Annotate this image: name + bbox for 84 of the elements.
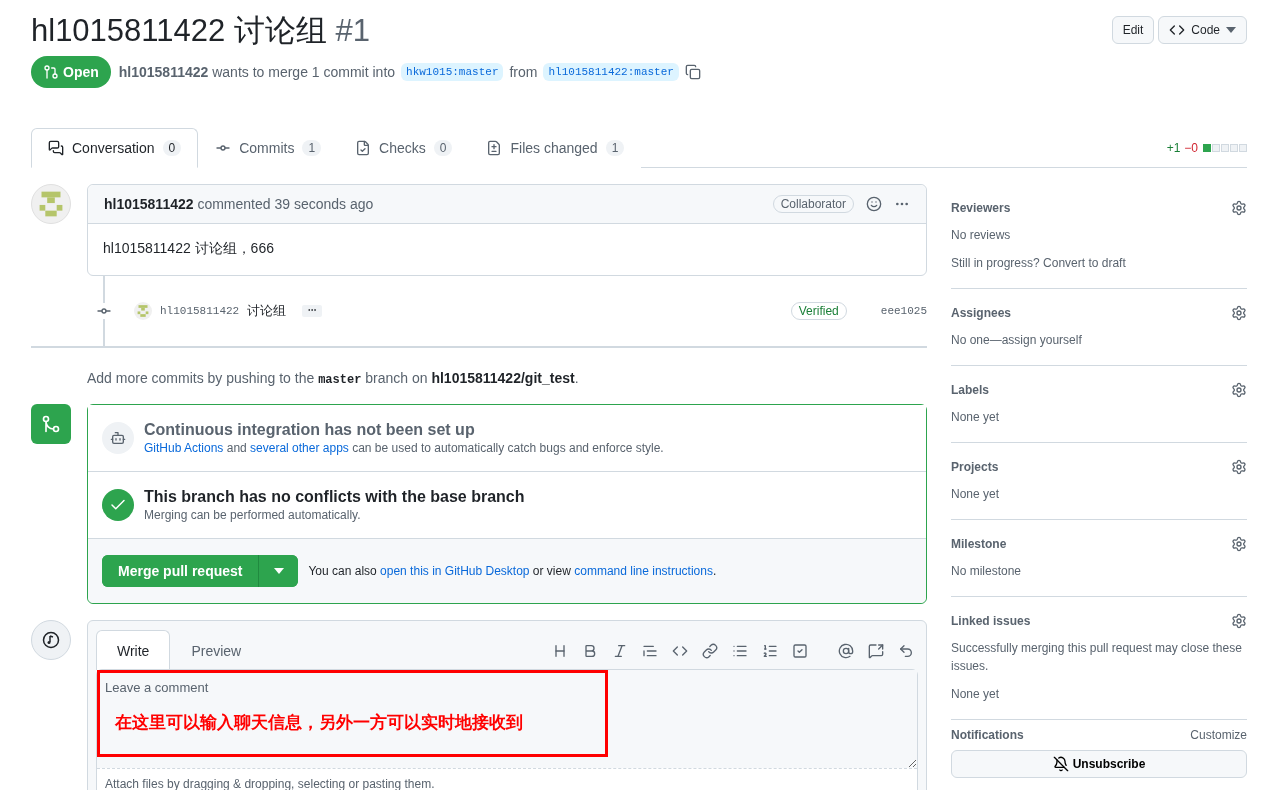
bold-icon[interactable]: [582, 643, 598, 659]
annotation-text: 在这里可以输入聊天信息，另外一方可以实时地接收到: [115, 712, 523, 734]
merge-status-icon: [31, 404, 71, 444]
tab-count: 0: [433, 140, 453, 156]
quote-icon[interactable]: [642, 643, 658, 659]
commit-sha[interactable]: eee1025: [880, 305, 927, 317]
from-label: from: [509, 64, 538, 80]
additions-count: +1: [1166, 141, 1181, 155]
settings-icon[interactable]: [1231, 536, 1247, 552]
link[interactable]: several other apps: [250, 441, 349, 455]
merge-alternatives: You can also open this in GitHub Desktop or view command line instructions.: [308, 564, 717, 578]
italic-icon[interactable]: [612, 643, 628, 659]
comment-header: hl1015811422 commented 39 seconds ago: [104, 196, 374, 212]
reference-icon[interactable]: [868, 643, 884, 659]
numbered-list-icon[interactable]: [762, 643, 778, 659]
sidebar-text: None yet: [951, 686, 1001, 703]
open-badge: Open: [31, 56, 111, 88]
copy-icon[interactable]: [684, 64, 701, 80]
heading-icon[interactable]: [552, 643, 568, 659]
bullet-list-icon[interactable]: [732, 643, 748, 659]
commit-author[interactable]: hl1015811422: [160, 305, 240, 317]
customize-link[interactable]: Customize: [1190, 728, 1247, 742]
check-icon: [102, 489, 134, 521]
tab-count: 0: [162, 140, 182, 156]
sidebar-heading: Projects: [951, 460, 999, 474]
code-icon: [1169, 22, 1186, 38]
caret-icon: [1226, 27, 1236, 33]
sidebar-text: None yet: [951, 486, 1001, 503]
editor-tab[interactable]: Preview: [170, 630, 263, 670]
merge-options-button[interactable]: [258, 555, 299, 587]
sidebar-text: No one—assign yourself: [951, 332, 1083, 349]
bell-off-icon: [1052, 756, 1069, 772]
sidebar-heading: Assignees: [951, 306, 1012, 320]
editor-tab[interactable]: Write: [96, 630, 171, 670]
sidebar-heading: Linked issues: [951, 614, 1031, 628]
link[interactable]: open this in GitHub Desktop: [380, 564, 530, 578]
conversation-icon: [48, 140, 64, 156]
tab[interactable]: Conversation 0: [31, 128, 199, 168]
tab-count: 1: [605, 140, 625, 156]
settings-icon[interactable]: [1231, 382, 1247, 398]
link[interactable]: GitHub Actions: [144, 441, 224, 455]
emoji-icon[interactable]: [866, 196, 882, 212]
settings-icon[interactable]: [1231, 613, 1247, 629]
reply-icon[interactable]: [898, 643, 914, 659]
file-diff-icon: [486, 140, 503, 156]
conflict-description: Merging can be performed automatically.: [144, 508, 362, 522]
sidebar-heading: Milestone: [951, 537, 1007, 551]
ci-description: GitHub Actions and several other apps can be used to automatically catch bugs and enforce style.: [144, 441, 664, 455]
sidebar-text: No milestone: [951, 563, 1023, 580]
attach-hint[interactable]: Attach files by dragging & dropping, selecting or pasting them.: [97, 768, 917, 790]
deletions-count: −0: [1184, 141, 1198, 155]
link-icon[interactable]: [702, 643, 718, 659]
settings-icon[interactable]: [1231, 305, 1247, 321]
settings-icon[interactable]: [1231, 459, 1247, 475]
bot-icon: [102, 422, 134, 454]
sidebar-text: None yet: [951, 409, 1001, 426]
code-icon[interactable]: [672, 643, 688, 659]
sidebar-text: Successfully merging this pull request may close these issues.: [951, 640, 1243, 675]
commit-message[interactable]: 讨论组: [247, 302, 287, 320]
ci-title: Continuous integration has not been set up: [144, 421, 476, 439]
pull-request-icon: [43, 64, 59, 80]
caret-icon: [273, 568, 284, 574]
link[interactable]: command line instructions: [574, 564, 713, 578]
sidebar-heading: Notifications: [951, 728, 1024, 742]
tab-count: 1: [302, 140, 322, 156]
sidebar-heading: Labels: [951, 383, 989, 397]
page-title: hl1015811422 讨论组 #1: [31, 14, 370, 48]
comment-body: hl1015811422 讨论组，666: [103, 240, 274, 256]
merge-summary: hl1015811422 wants to merge 1 commit into: [118, 64, 396, 80]
code-button[interactable]: Code: [1158, 16, 1247, 44]
task-list-icon[interactable]: [792, 643, 808, 659]
push-hint: Add more commits by pushing to the master branch on hl1015811422/git_test.: [87, 370, 580, 387]
edit-button[interactable]: Edit: [1111, 16, 1155, 44]
base-branch[interactable]: hkw1015:master: [401, 63, 504, 81]
checklist-icon: [355, 140, 372, 156]
head-branch[interactable]: hl1015811422:master: [543, 63, 679, 81]
mention-icon[interactable]: [838, 643, 854, 659]
settings-icon[interactable]: [1231, 200, 1247, 216]
expand-button[interactable]: [302, 305, 323, 317]
sidebar-text: Still in progress? Convert to draft: [951, 255, 1127, 272]
conflict-title: This branch has no conflicts with the base branch: [144, 488, 525, 506]
sidebar-text: No reviews: [951, 227, 1012, 244]
sidebar-heading: Reviewers: [951, 201, 1011, 215]
unsubscribe-button[interactable]: Unsubscribe: [951, 750, 1247, 778]
